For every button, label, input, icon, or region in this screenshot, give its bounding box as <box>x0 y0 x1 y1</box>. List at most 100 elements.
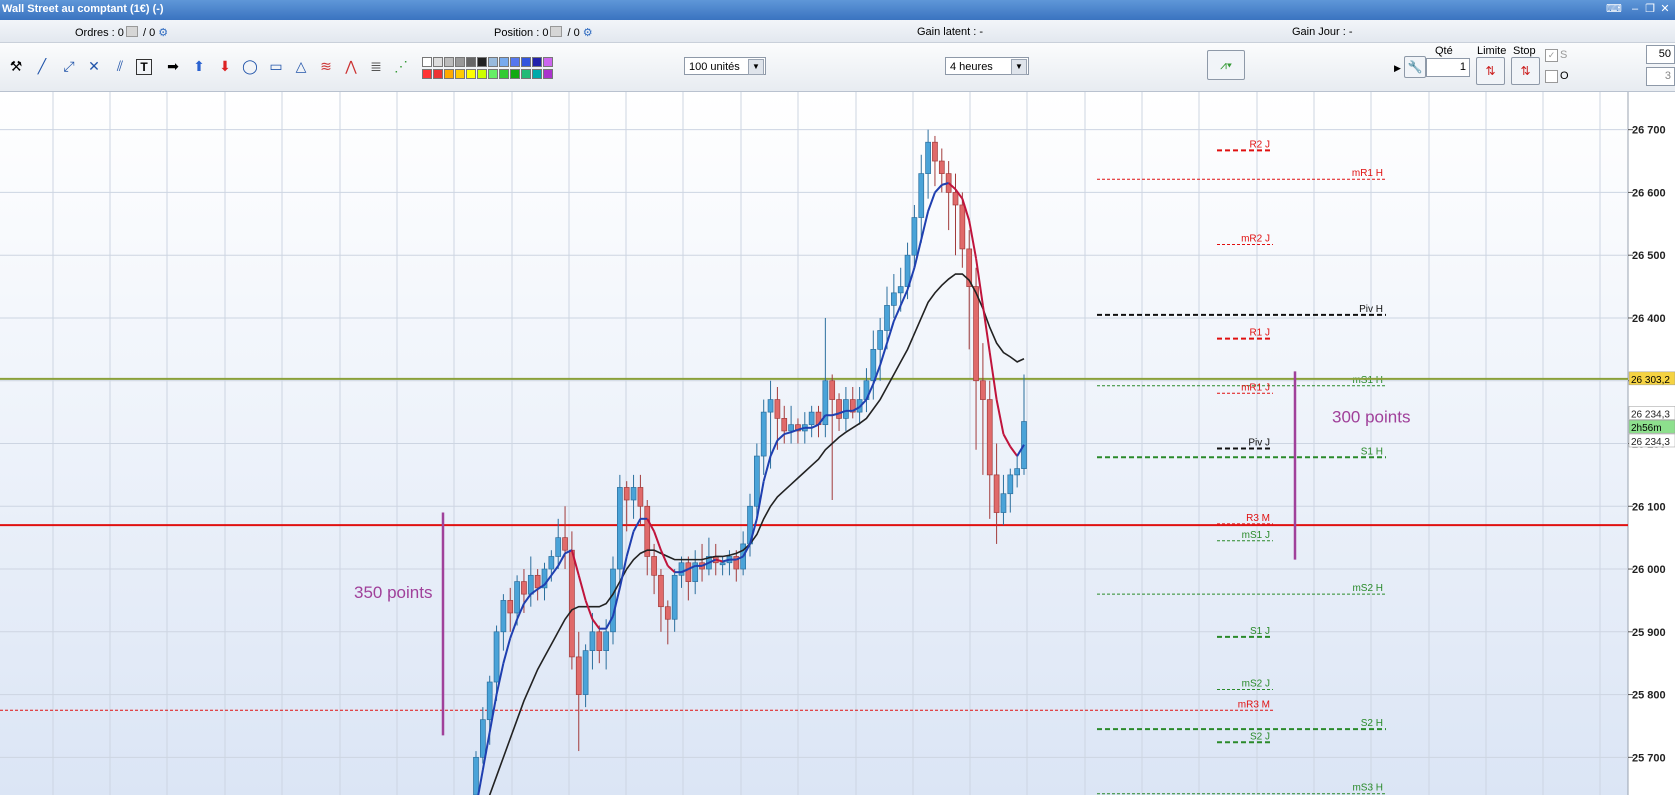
arrow-down-icon[interactable]: ⬇ <box>215 56 235 76</box>
segment-icon[interactable]: ⤢ <box>59 56 79 76</box>
color-swatch[interactable] <box>466 57 476 67</box>
price-tag-label: 26 234,3 <box>1631 437 1670 448</box>
color-swatch[interactable] <box>488 57 498 67</box>
chevron-down-icon[interactable]: ▼ <box>748 59 764 75</box>
candle-body <box>589 631 596 651</box>
s-input[interactable]: 50 <box>1646 45 1675 64</box>
color-swatch[interactable] <box>532 69 542 79</box>
color-swatch[interactable] <box>422 57 432 67</box>
units-select[interactable]: 100 unités ▼ <box>684 57 766 75</box>
color-swatch[interactable] <box>477 57 487 67</box>
channel-icon[interactable]: ⋰ <box>391 56 411 76</box>
color-swatch[interactable] <box>499 69 509 79</box>
ordres-list-icon[interactable] <box>125 26 138 37</box>
color-swatch[interactable] <box>499 57 509 67</box>
pivot-level-label: mR1 H <box>1352 168 1383 179</box>
color-swatch[interactable] <box>444 69 454 79</box>
rectangle-icon[interactable]: ▭ <box>266 56 286 76</box>
stop-order-button[interactable]: ⇅ <box>1511 57 1540 85</box>
position-list-icon[interactable] <box>550 26 563 37</box>
color-swatch[interactable] <box>422 69 432 79</box>
extended-line-icon[interactable]: ✕ <box>84 56 104 76</box>
candle-body <box>781 418 788 432</box>
candle-body <box>897 286 904 294</box>
triangle-icon[interactable]: △ <box>291 56 311 76</box>
candle-body <box>808 411 815 426</box>
pivot-level-label: S2 H <box>1361 718 1383 729</box>
minimize-icon[interactable]: – <box>1628 3 1642 16</box>
position-label: Position : <box>494 27 543 39</box>
color-swatch[interactable] <box>532 57 542 67</box>
candle-body <box>918 173 925 218</box>
pivot-level-label: mS2 H <box>1352 583 1383 594</box>
candle-body <box>1014 468 1021 476</box>
info-bar: Ordres : 0 / 0 ⚙ Position : 0 / 0 ⚙ Gain… <box>0 20 1675 43</box>
fan-icon[interactable]: ⋀ <box>341 56 361 76</box>
parallel-lines-icon[interactable]: ⫽ <box>110 56 130 76</box>
candle-body <box>836 399 842 419</box>
candle-body <box>664 606 671 620</box>
color-swatch[interactable] <box>521 57 531 67</box>
color-swatch[interactable] <box>521 69 531 79</box>
candle-body <box>843 399 849 419</box>
ordres-total: / 0 <box>142 27 156 39</box>
color-swatch[interactable] <box>444 57 454 67</box>
color-swatch[interactable] <box>510 57 520 67</box>
collapse-arrow-icon[interactable]: ▶ <box>1394 63 1401 74</box>
ordres-settings-icon[interactable]: ⚙ <box>158 27 168 39</box>
color-swatch[interactable] <box>477 69 487 79</box>
pivot-level-label: mS2 J <box>1242 679 1270 690</box>
position-settings-icon[interactable]: ⚙ <box>583 27 593 39</box>
price-chart[interactable]: R2 J mR1 H mR2 J Piv H R1 J mS1 H mR1 J Piv J S1… <box>0 92 1675 795</box>
regression-icon[interactable]: ≣ <box>366 56 386 76</box>
trendline-icon[interactable]: ╱ <box>32 56 52 76</box>
color-swatch[interactable] <box>543 69 553 79</box>
period-select[interactable]: 4 heures ▼ <box>945 57 1029 75</box>
indicators-icon[interactable]: ⩘▾ <box>1207 50 1245 80</box>
o-input[interactable]: 3 <box>1646 67 1675 86</box>
pivot-level-label: Piv H <box>1359 304 1383 315</box>
color-swatch[interactable] <box>455 69 465 79</box>
color-swatch[interactable] <box>466 69 476 79</box>
candle-body <box>911 217 918 256</box>
units-select-value: 100 unités <box>689 61 740 73</box>
price-tags: 26 303,2 26 234,3 2h56m 26 234,3 <box>1628 371 1675 448</box>
limite-label: Limite <box>1477 45 1507 57</box>
wrench-icon[interactable]: 🔧 <box>1404 56 1426 78</box>
color-swatch[interactable] <box>455 57 465 67</box>
ordres-status: Ordres : 0 / 0 ⚙ <box>75 26 168 39</box>
candle-body <box>774 399 781 419</box>
candle-body <box>760 411 767 457</box>
y-tick-label: 26 500 <box>1632 250 1666 262</box>
position-status: Position : 0 / 0 ⚙ <box>494 26 593 39</box>
close-icon[interactable]: ✕ <box>1658 3 1672 16</box>
color-swatch[interactable] <box>488 69 498 79</box>
pivot-level-label: R1 J <box>1249 328 1270 339</box>
gain-latent: Gain latent : - <box>917 26 984 38</box>
ellipse-icon[interactable]: ◯ <box>240 56 260 76</box>
fibonacci-icon[interactable]: ≋ <box>316 56 336 76</box>
arrow-up-icon[interactable]: ⬆ <box>189 56 209 76</box>
color-swatch[interactable] <box>433 69 443 79</box>
candle-body <box>829 380 836 400</box>
color-swatch[interactable] <box>543 57 553 67</box>
color-swatch[interactable] <box>433 57 443 67</box>
o-label: O <box>1560 70 1569 82</box>
restore-icon[interactable]: ❐ <box>1643 3 1657 16</box>
candle-body <box>993 474 1000 513</box>
y-tick-label: 26 600 <box>1632 187 1666 199</box>
chevron-down-icon[interactable]: ▼ <box>1011 59 1027 75</box>
price-tag-label: 26 303,2 <box>1631 375 1670 386</box>
color-swatch[interactable] <box>510 69 520 79</box>
candle-body <box>1007 474 1014 495</box>
o-checkbox[interactable] <box>1545 70 1558 83</box>
arrow-right-icon[interactable]: ➡ <box>163 56 183 76</box>
tools-icon[interactable]: ⚒ <box>6 56 26 76</box>
candle-body <box>767 399 774 413</box>
limit-order-button[interactable]: ⇅ <box>1476 57 1505 85</box>
s-checkbox[interactable]: ✓ <box>1545 49 1558 62</box>
text-tool-icon[interactable]: T <box>136 59 152 75</box>
qte-input[interactable]: 1 <box>1426 58 1470 77</box>
keyboard-icon[interactable]: ⌨ <box>1606 3 1622 16</box>
candle-body <box>507 600 514 614</box>
